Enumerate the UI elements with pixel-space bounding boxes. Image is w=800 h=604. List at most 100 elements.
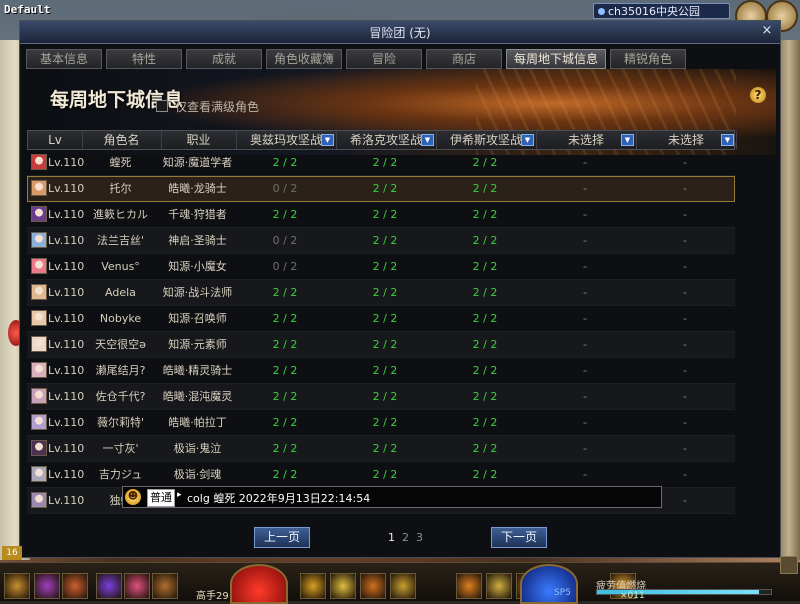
unselected-1-value: -	[583, 182, 587, 195]
tab-achievements[interactable]: 成就	[186, 49, 262, 69]
dropdown-arrow-icon[interactable]: ▼	[621, 134, 634, 146]
table-row[interactable]: Lv.110 吉力ジュ 极诣·剑魂 2 / 2 2 / 2 2 / 2 - -	[27, 462, 735, 488]
character-avatar	[31, 310, 47, 326]
isys-count: 2 / 2	[472, 208, 498, 221]
character-level: Lv.110	[48, 234, 85, 247]
header-isys-raid: 伊希斯攻坚战 ▼	[436, 131, 537, 149]
skill-slot[interactable]	[152, 573, 178, 599]
skill-slot[interactable]	[456, 573, 482, 599]
table-row[interactable]: Lv.110 天空很空ə 知源·元素师 2 / 2 2 / 2 2 / 2 - -	[27, 332, 735, 358]
tab-elite-characters[interactable]: 精锐角色	[610, 49, 686, 69]
unselected-1-value: -	[583, 364, 587, 377]
table-row[interactable]: Lv.110 Nobyke 知源·召唤师 2 / 2 2 / 2 2 / 2 - -	[27, 306, 735, 332]
window-titlebar[interactable]: 冒险团 (无) ×	[20, 21, 780, 44]
unselected-2-value: -	[683, 364, 687, 377]
character-avatar	[31, 154, 47, 170]
header-label: Lv	[48, 133, 62, 147]
tab-traits[interactable]: 特性	[106, 49, 182, 69]
table-row[interactable]: Lv.110 Venus° 知源·小魔女 0 / 2 2 / 2 2 / 2 - -	[27, 254, 735, 280]
character-name: 濑尾结月?	[95, 364, 146, 377]
ozma-count: 0 / 2	[272, 260, 298, 273]
skill-slot[interactable]	[360, 573, 386, 599]
chat-channel-tag[interactable]: 普通	[147, 489, 175, 507]
tab-character-album[interactable]: 角色收藏簿	[266, 49, 342, 69]
next-page-button[interactable]: 下一页	[491, 527, 547, 548]
header-label: 奥兹玛攻坚战	[249, 133, 322, 147]
skill-slot[interactable]	[486, 573, 512, 599]
table-row[interactable]: Lv.110 托尔 皓曦·龙骑士 0 / 2 2 / 2 2 / 2 - -	[27, 176, 735, 202]
unselected-1-value: -	[583, 442, 587, 455]
ozma-count: 2 / 2	[272, 286, 298, 299]
skill-slot[interactable]	[300, 573, 326, 599]
character-avatar	[31, 336, 47, 352]
header-label: 伊希斯攻坚战	[449, 133, 522, 147]
skill-slot[interactable]	[34, 573, 60, 599]
header-character-name: 角色名	[82, 131, 162, 149]
character-avatar	[31, 362, 47, 378]
isys-count: 2 / 2	[472, 312, 498, 325]
character-level: Lv.110	[48, 364, 85, 377]
sirocco-count: 2 / 2	[372, 390, 398, 403]
hp-orb	[230, 564, 288, 604]
skill-slot[interactable]	[390, 573, 416, 599]
unselected-1-value: -	[583, 208, 587, 221]
table-row[interactable]: Lv.110 進簌ヒカル 千魂·狩猎者 2 / 2 2 / 2 2 / 2 - -	[27, 202, 735, 228]
sirocco-count: 2 / 2	[372, 182, 398, 195]
table-row[interactable]: Lv.110 一寸灰' 极诣·鬼泣 2 / 2 2 / 2 2 / 2 - -	[27, 436, 735, 462]
channel-indicator[interactable]: ch35016中央公园	[593, 3, 730, 19]
header-unselected-2: 未选择 ▼	[636, 131, 737, 149]
unselected-1-value: -	[583, 338, 587, 351]
character-level: Lv.110	[48, 156, 85, 169]
tab-basic-info[interactable]: 基本信息	[26, 49, 102, 69]
tab-weekly-dungeon[interactable]: 每周地下城信息	[506, 49, 606, 69]
dropdown-arrow-icon[interactable]: ▼	[321, 134, 334, 146]
dropdown-arrow-icon[interactable]: ▼	[721, 134, 734, 146]
expand-hud-button[interactable]	[780, 556, 798, 574]
skill-slot[interactable]	[62, 573, 88, 599]
filter-checkbox[interactable]	[156, 100, 168, 112]
close-icon[interactable]: ×	[760, 24, 774, 38]
skill-slot[interactable]	[330, 573, 356, 599]
tab-adventure[interactable]: 冒险	[346, 49, 422, 69]
table-row[interactable]: Lv.110 蝗死 知源·魔道学者 2 / 2 2 / 2 2 / 2 - -	[27, 150, 735, 176]
table-row[interactable]: Lv.110 法兰吉丝' 神启·圣骑士 0 / 2 2 / 2 2 / 2 - -	[27, 228, 735, 254]
ozma-count: 2 / 2	[272, 338, 298, 351]
skill-slot[interactable]	[124, 573, 150, 599]
character-level: Lv.110	[48, 416, 85, 429]
full-level-filter[interactable]: 仅查看满级角色	[156, 98, 259, 115]
sirocco-count: 2 / 2	[372, 364, 398, 377]
header-ozma-raid: 奥兹玛攻坚战 ▼	[236, 131, 337, 149]
table-row[interactable]: Lv.110 Adela 知源·战斗法师 2 / 2 2 / 2 2 / 2 - -	[27, 280, 735, 306]
table-row[interactable]: Lv.110 濑尾结月? 皓曦·精灵骑士 2 / 2 2 / 2 2 / 2 - -	[27, 358, 735, 384]
skill-slot[interactable]	[96, 573, 122, 599]
unselected-1-value: -	[583, 260, 587, 273]
prev-page-button[interactable]: 上一页	[254, 527, 310, 548]
page-number[interactable]: 2	[402, 531, 409, 544]
character-job: 极诣·剑魂	[173, 468, 222, 481]
isys-count: 2 / 2	[472, 468, 498, 481]
page-number[interactable]: 3	[416, 531, 423, 544]
page-number[interactable]: 1	[388, 531, 395, 544]
dropdown-arrow-icon[interactable]: ▼	[521, 134, 534, 146]
table-row[interactable]: Lv.110 薇尔莉特' 皓曦·帕拉丁 2 / 2 2 / 2 2 / 2 - -	[27, 410, 735, 436]
help-icon[interactable]: ?	[750, 87, 766, 103]
skill-hotbar	[0, 562, 800, 601]
dropdown-arrow-icon[interactable]: ▼	[421, 134, 434, 146]
character-name: 天空很空ə	[95, 338, 146, 351]
character-job: 知源·召唤师	[168, 312, 227, 325]
character-name: Venus°	[101, 260, 140, 273]
ozma-count: 2 / 2	[272, 416, 298, 429]
character-avatar	[31, 440, 47, 456]
unselected-1-value: -	[583, 156, 587, 169]
character-level: Lv.110	[48, 494, 85, 507]
skill-slot[interactable]	[4, 573, 30, 599]
unselected-1-value: -	[583, 312, 587, 325]
character-job: 皓曦·混沌魔灵	[162, 390, 233, 403]
character-job: 知源·元素师	[168, 338, 227, 351]
character-level: Lv.110	[48, 390, 85, 403]
table-row[interactable]: Lv.110 佐仓千代? 皓曦·混沌魔灵 2 / 2 2 / 2 2 / 2 - -	[27, 384, 735, 410]
character-name: Adela	[105, 286, 136, 299]
tab-shop[interactable]: 商店	[426, 49, 502, 69]
character-job: 神启·圣骑士	[168, 234, 227, 247]
header-sirocco-raid: 希洛克攻坚战 ▼	[336, 131, 437, 149]
